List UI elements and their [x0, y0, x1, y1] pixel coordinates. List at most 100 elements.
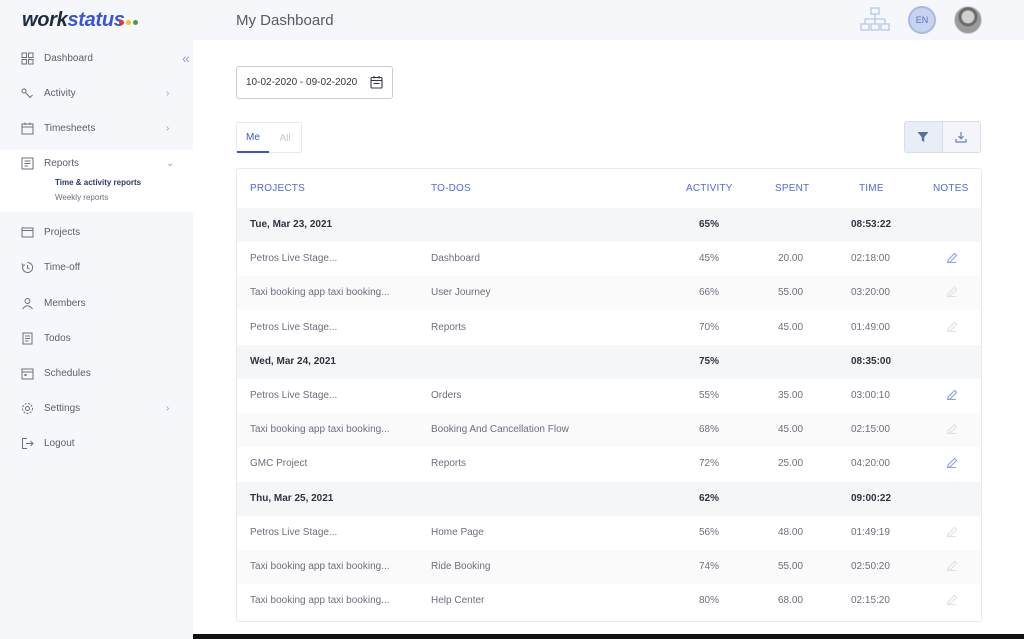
- time-activity-table: PROJECTS TO-DOS ACTIVITY SPENT TIME NOTE…: [236, 168, 982, 622]
- edit-note-icon[interactable]: [945, 456, 959, 470]
- project-cell: Petros Live Stage...: [250, 390, 338, 401]
- tab-all[interactable]: All: [269, 123, 301, 153]
- activity-cell: 70%: [699, 321, 720, 333]
- activity-cell: 65%: [699, 219, 720, 230]
- table-row: Petros Live Stage... Home Page 56% 48.00 01:…: [237, 516, 981, 550]
- org-chart-icon[interactable]: [860, 6, 890, 34]
- edit-note-icon[interactable]: [945, 525, 959, 539]
- spent-cell: 55.00: [778, 287, 804, 299]
- logout-icon: [20, 436, 34, 450]
- spent-cell: 55.00: [778, 561, 804, 572]
- logo[interactable]: workstatus: [22, 9, 125, 32]
- filter-icon: [917, 132, 929, 142]
- project-cell: Taxi booking app taxi booking...: [250, 424, 390, 436]
- sidebar-item-activity[interactable]: Activity ›: [0, 77, 193, 109]
- time-cell: 02:15:20: [851, 595, 890, 607]
- scope-tabs: Me All: [236, 122, 302, 153]
- sidebar-item-label: Projects: [44, 226, 81, 238]
- time-cell: 08:35:00: [851, 355, 892, 367]
- edit-note-icon[interactable]: [945, 422, 959, 436]
- avatar[interactable]: [954, 6, 982, 34]
- sidebar-item-members[interactable]: Members: [0, 287, 193, 319]
- sidebar-item-settings[interactable]: Settings ›: [0, 392, 193, 424]
- date-range-value: 10-02-2020 - 09-02-2020: [246, 77, 358, 88]
- time-cell: 04:20:00: [851, 458, 890, 470]
- todo-cell: Booking And Cancellation Flow: [431, 424, 569, 436]
- sidebar-item-label: Timesheets: [44, 122, 96, 134]
- sidebar-subitem-weekly-reports[interactable]: Weekly reports: [55, 193, 108, 202]
- download-button[interactable]: [942, 122, 980, 152]
- sidebar-item-label: Activity: [44, 87, 76, 99]
- date-range-picker[interactable]: 10-02-2020 - 09-02-2020: [236, 66, 393, 99]
- spent-cell: 48.00: [778, 526, 804, 538]
- todo-cell: User Journey: [431, 287, 491, 299]
- todo-cell: Ride Booking: [431, 561, 491, 572]
- sidebar-item-label: Logout: [44, 437, 75, 449]
- logo-status: status: [67, 9, 125, 31]
- reports-icon: [20, 156, 34, 170]
- spent-cell: 25.00: [778, 458, 804, 470]
- column-header-activity[interactable]: ACTIVITY: [686, 183, 733, 194]
- timesheets-icon: [20, 121, 34, 135]
- sidebar-item-todos[interactable]: Todos: [0, 322, 193, 354]
- table-row: Taxi booking app taxi booking... Ride Boo…: [237, 550, 981, 584]
- table-row: GMC Project Reports 72% 25.00 04:20:00: [237, 447, 981, 481]
- tab-me[interactable]: Me: [237, 123, 269, 153]
- sidebar-item-time-off[interactable]: Time-off: [0, 251, 193, 283]
- language-badge[interactable]: EN: [908, 6, 936, 34]
- sidebar-item-label: Time-off: [44, 261, 81, 273]
- activity-cell: 62%: [699, 492, 720, 504]
- table-row: Taxi booking app taxi booking... User Jou…: [237, 276, 981, 311]
- column-header-time[interactable]: TIME: [859, 183, 884, 194]
- sidebar-item-dashboard[interactable]: Dashboard: [0, 42, 193, 74]
- sidebar: « Dashboard Activity › Timesheets › Repo…: [0, 40, 193, 639]
- activity-cell: 80%: [699, 595, 720, 607]
- sidebar-item-timesheets[interactable]: Timesheets ›: [0, 112, 193, 144]
- edit-note-icon[interactable]: [945, 251, 959, 265]
- members-icon: [20, 296, 34, 310]
- activity-cell: 56%: [699, 526, 720, 538]
- todo-cell: Reports: [431, 458, 467, 470]
- sidebar-item-reports[interactable]: Reports ⌄: [0, 147, 193, 179]
- time-cell: 02:18:00: [851, 253, 890, 265]
- edit-note-icon[interactable]: [945, 285, 959, 299]
- todo-cell: Dashboard: [431, 253, 480, 265]
- spent-cell: 68.00: [778, 595, 804, 607]
- time-cell: 01:49:00: [851, 321, 890, 333]
- logo-dot-red: [119, 20, 124, 25]
- todos-icon: [20, 331, 34, 345]
- sidebar-item-label: Schedules: [44, 367, 91, 379]
- spent-cell: 20.00: [778, 253, 804, 265]
- sidebar-item-label: Dashboard: [44, 52, 93, 64]
- sidebar-item-logout[interactable]: Logout: [0, 427, 193, 459]
- todo-cell: Orders: [431, 390, 462, 401]
- activity-cell: 72%: [699, 458, 720, 470]
- column-header-projects[interactable]: PROJECTS: [250, 183, 305, 194]
- sidebar-item-schedules[interactable]: Schedules: [0, 357, 193, 389]
- edit-note-icon[interactable]: [945, 593, 959, 607]
- activity-cell: 68%: [699, 424, 720, 436]
- sidebar-subitem-time-activity-reports[interactable]: Time & activity reports: [55, 178, 141, 187]
- column-header-todos[interactable]: TO-DOS: [431, 183, 471, 194]
- sidebar-item-projects[interactable]: Projects: [0, 216, 193, 248]
- activity-icon: [20, 86, 34, 100]
- activity-cell: 75%: [699, 355, 720, 367]
- sidebar-item-label: Reports: [44, 157, 80, 169]
- column-header-spent[interactable]: SPENT: [775, 183, 809, 194]
- calendar-icon[interactable]: [370, 75, 383, 89]
- table-group-row: Wed, Mar 24, 2021 75% 08:35:00: [237, 344, 981, 379]
- table-row: Petros Live Stage... Orders 55% 35.00 03:00:…: [237, 379, 981, 413]
- edit-note-icon[interactable]: [945, 388, 959, 402]
- main-content: 10-02-2020 - 09-02-2020 Me All PROJECTS …: [193, 40, 1024, 634]
- settings-icon: [20, 401, 34, 415]
- chevron-right-icon: ›: [166, 122, 170, 134]
- spent-cell: 45.00: [778, 321, 804, 333]
- edit-note-icon[interactable]: [945, 559, 959, 573]
- bottom-edge: [193, 634, 1024, 639]
- time-cell: 02:50:20: [851, 561, 890, 572]
- column-header-notes[interactable]: NOTES: [933, 183, 968, 194]
- table-group-row: Tue, Mar 23, 2021 65% 08:53:22: [237, 208, 981, 242]
- spent-cell: 35.00: [778, 390, 804, 401]
- filter-button[interactable]: [905, 122, 943, 152]
- edit-note-icon[interactable]: [945, 320, 959, 334]
